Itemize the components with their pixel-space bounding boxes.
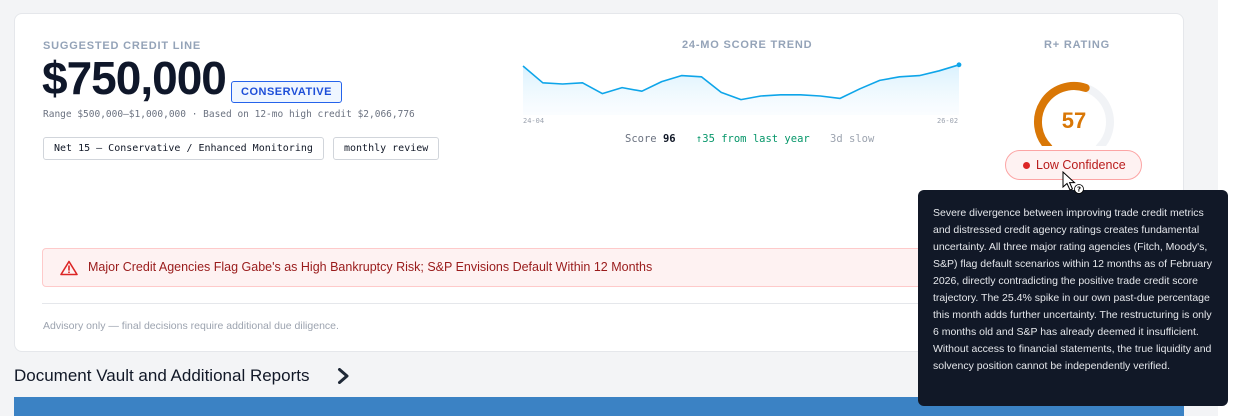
trend-end-tick: 26-02 bbox=[937, 117, 959, 125]
terms-tag: Net 15 — Conservative / Enhanced Monitor… bbox=[43, 137, 324, 160]
alert-text: Major Credit Agencies Flag Gabe's as Hig… bbox=[88, 260, 653, 274]
trend-last-point bbox=[956, 62, 962, 68]
trend-area bbox=[523, 64, 959, 115]
score-value: 96 bbox=[662, 133, 676, 145]
credit-line-amount: $750,000 bbox=[42, 52, 227, 104]
score-trend-chart bbox=[522, 62, 962, 115]
rating-value: 57 bbox=[1061, 108, 1087, 133]
trend-label: 24-MO SCORE TREND bbox=[682, 39, 813, 51]
warning-triangle-icon bbox=[60, 260, 78, 276]
payment-speed: 3d slow bbox=[830, 133, 875, 145]
rating-label: R+ RATING bbox=[1044, 39, 1110, 51]
review-tag: monthly review bbox=[333, 137, 440, 160]
score-label: Score bbox=[625, 133, 657, 145]
score-change: ↑35 from last year bbox=[695, 133, 810, 145]
trend-start-tick: 24-04 bbox=[523, 117, 545, 125]
svg-text:?: ? bbox=[1077, 186, 1081, 194]
confidence-label: Low Confidence bbox=[1036, 158, 1126, 172]
credit-range-text: Range $500,000–$1,000,000 · Based on 12-… bbox=[43, 109, 415, 120]
credit-line-label: SUGGESTED CREDIT LINE bbox=[43, 40, 201, 52]
conservative-badge: CONSERVATIVE bbox=[231, 81, 342, 103]
status-dot-icon bbox=[1023, 162, 1030, 169]
document-vault-title[interactable]: Document Vault and Additional Reports bbox=[14, 366, 309, 386]
divider bbox=[42, 303, 942, 304]
confidence-tooltip: Severe divergence between improving trad… bbox=[918, 190, 1228, 406]
help-cursor-icon: ? bbox=[1062, 171, 1084, 194]
score-summary: Score 96 ↑35 from last year 3d slow bbox=[625, 133, 874, 145]
agency-alert-banner: Major Credit Agencies Flag Gabe's as Hig… bbox=[42, 248, 942, 287]
chevron-right-icon[interactable] bbox=[337, 368, 350, 384]
advisory-note: Advisory only — final decisions require … bbox=[43, 320, 339, 332]
